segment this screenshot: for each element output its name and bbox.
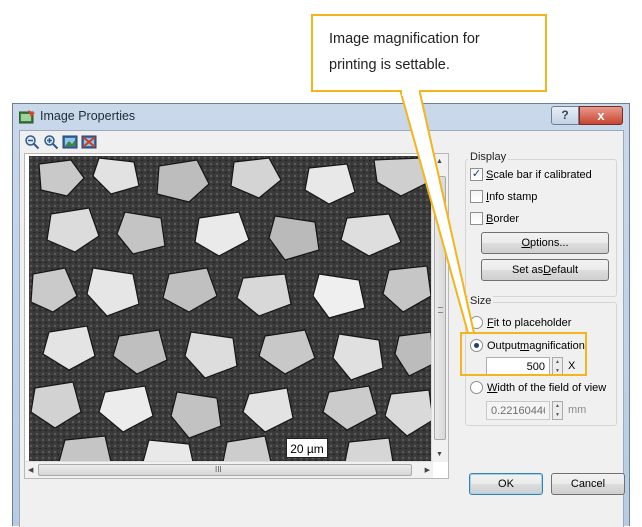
horizontal-scrollbar[interactable]: ◀ III ▶: [25, 461, 433, 478]
width-radio-row[interactable]: Width of the field of view: [470, 381, 606, 394]
width-radio[interactable]: [470, 381, 483, 394]
callout-line-2: printing is settable.: [329, 57, 450, 73]
info-stamp-label: nfo stamp: [489, 190, 538, 203]
app-icon: [19, 110, 35, 124]
image-toolbar: [24, 134, 97, 150]
output-magnification-radio-row[interactable]: Output m agnification: [470, 339, 585, 352]
scroll-down-icon[interactable]: ▼: [436, 451, 443, 458]
magnification-stepper[interactable]: ▲ ▼: [552, 357, 563, 376]
reset-view-icon[interactable]: [81, 134, 97, 150]
ok-button[interactable]: OK: [469, 473, 543, 495]
title-bar: Image Properties ? x: [13, 104, 629, 130]
cancel-button[interactable]: Cancel: [551, 473, 625, 495]
set-default-label-pre: Set as: [511, 264, 544, 276]
dialog-client: 20 µm ▲ ▼ ◀ III ▶ Display ✓ Scale bar if…: [19, 130, 625, 527]
fit-radio[interactable]: [470, 316, 483, 329]
info-stamp-checkbox[interactable]: [470, 190, 483, 203]
output-magnification-radio[interactable]: [470, 339, 483, 352]
border-label: order: [493, 212, 520, 225]
zoom-out-icon[interactable]: [24, 134, 40, 150]
scale-bar-label-access: S: [486, 168, 494, 181]
set-default-label-access: D: [543, 264, 552, 276]
vertical-scrollbar[interactable]: ▲ ▼: [431, 154, 448, 462]
close-button[interactable]: x: [579, 106, 623, 125]
options-label-access: O: [521, 237, 531, 249]
fit-label-access: F: [487, 316, 494, 329]
scale-bar-checkbox-label: cale bar if calibrated: [493, 168, 592, 181]
stepper-down-icon[interactable]: ▼: [553, 367, 562, 376]
zoom-in-icon[interactable]: [43, 134, 59, 150]
stepper-up-icon[interactable]: ▲: [553, 358, 562, 367]
options-button[interactable]: Options...: [481, 232, 609, 254]
width-stepper-up-icon[interactable]: ▲: [553, 402, 562, 411]
width-stepper-down-icon[interactable]: ▼: [553, 411, 562, 420]
help-button[interactable]: ?: [551, 106, 579, 125]
width-label-access: W: [487, 381, 498, 394]
image-properties-dialog: Image Properties ? x 20 µm ▲ ▼ ◀ III ▶ D…: [12, 103, 630, 527]
scale-bar-label: 20 µm: [286, 438, 328, 458]
scroll-up-icon[interactable]: ▲: [436, 158, 443, 165]
scroll-left-icon[interactable]: ◀: [28, 466, 33, 474]
field-width-input[interactable]: [486, 401, 550, 420]
set-default-button[interactable]: Set as Default: [481, 259, 609, 281]
fit-radio-row[interactable]: Fit to placeholder: [470, 316, 571, 329]
output-label-pre: Output: [487, 339, 521, 352]
scale-bar-checkbox[interactable]: ✓: [470, 168, 483, 181]
border-checkbox-row[interactable]: Border: [470, 212, 519, 225]
micrograph-image: 20 µm: [29, 156, 433, 462]
output-label: agnification: [529, 339, 585, 352]
set-default-label: efault: [551, 264, 579, 276]
callout-box: Image magnification for printing is sett…: [311, 14, 547, 92]
image-view: 20 µm ▲ ▼ ◀ III ▶: [24, 153, 449, 479]
scroll-grip: III: [215, 465, 222, 474]
magnification-unit: X: [568, 360, 576, 372]
scroll-right-icon[interactable]: ▶: [425, 466, 430, 474]
scale-bar-checkbox-row[interactable]: ✓ Scale bar if calibrated: [470, 168, 592, 181]
options-label: ptions...: [530, 237, 569, 249]
display-group-label: Display: [468, 151, 509, 163]
magnification-field[interactable]: [486, 357, 550, 376]
border-label-access: B: [486, 212, 494, 225]
size-group-label: Size: [468, 295, 494, 307]
window-title: Image Properties: [40, 109, 136, 123]
info-stamp-checkbox-row[interactable]: Info stamp: [470, 190, 537, 203]
width-label: idth of the field of view: [497, 381, 607, 394]
field-width-unit: mm: [568, 404, 587, 416]
vertical-scroll-thumb[interactable]: [434, 176, 446, 440]
border-checkbox[interactable]: [470, 212, 483, 225]
field-width-stepper[interactable]: ▲ ▼: [552, 401, 563, 420]
horizontal-scroll-thumb[interactable]: III: [38, 464, 412, 476]
fit-image-icon[interactable]: [62, 134, 78, 150]
output-label-access: m: [520, 339, 530, 352]
callout-line-1: Image magnification for: [329, 31, 480, 47]
fit-label: it to placeholder: [493, 316, 572, 329]
